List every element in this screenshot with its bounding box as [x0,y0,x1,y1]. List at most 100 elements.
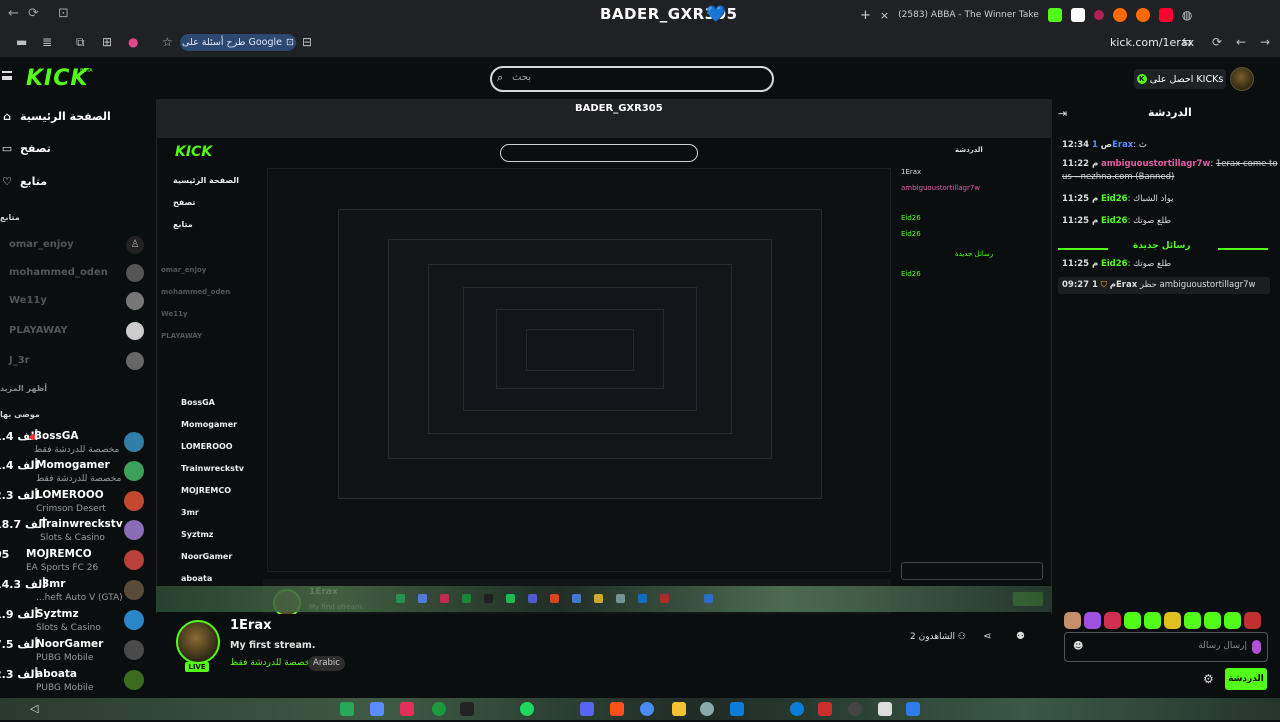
tabs-icon[interactable]: ≣ [42,35,52,49]
streamer-name[interactable]: 1Erax [230,618,272,633]
emote-icon[interactable] [1164,611,1181,629]
collapse-chat-icon[interactable]: ⇥ [1058,107,1067,120]
user-avatar[interactable] [1230,67,1254,91]
reload-icon[interactable]: ⟳ [28,6,39,21]
whatsapp-icon[interactable] [340,702,354,716]
recommended-item[interactable]: 1.4 ألفBossGAمخصصة للدردشة فقط [0,430,150,460]
friend-item[interactable]: PLAYAWAY [0,320,150,342]
friend-item[interactable]: J_3r [0,350,150,372]
emoji-picker-icon[interactable]: ☻ [1073,641,1083,652]
tab-youtube[interactable]: (2583) ABBA - The Winner Take [898,5,1039,25]
notepad-icon[interactable] [878,702,892,716]
forward-icon[interactable]: ← [1236,35,1246,49]
emote-icon[interactable] [1084,611,1101,629]
extensions-icon[interactable]: ⧉ [76,35,85,50]
message-user[interactable]: Eid26 [1101,194,1128,204]
sidebar-item-browse[interactable]: ▭ تصفح [0,138,51,158]
tab-wiki-icon[interactable] [1070,8,1085,22]
profile-icon[interactable]: ● [128,35,138,49]
sidebar-item-label: متابع [20,174,48,188]
back-arrow-icon[interactable]: → [1260,35,1270,49]
chat-message[interactable]: 11:25 م Eid26: طلع صوتك [1062,215,1278,228]
recommended-item[interactable]: 2.3 ألفaboata PUBG Mobile [0,668,150,698]
message-user[interactable]: 1Erax [1092,140,1133,150]
refresh-icon[interactable]: ⟳ [1212,35,1222,49]
windows-start-icon[interactable] [906,702,920,716]
recommended-item[interactable]: 7.5 ألفNoorGamer PUBG Mobile [0,638,150,668]
emote-icon[interactable] [1144,611,1161,629]
tab-twitch-icon[interactable] [1093,10,1104,20]
recommended-item[interactable]: 1.9 ألفSyztmz Slots & Casino [0,608,150,638]
translate-icon[interactable]: ⊟ [302,35,312,49]
video-player[interactable]: BADER_GXR305 KICK الصفحة الرئيسية تصفح م… [156,99,1052,648]
mic-icon[interactable] [1252,640,1261,654]
message-user[interactable]: ambiguoustortillagr7w [1101,159,1210,169]
google-ask-pill[interactable]: طرح أسئلة على Google ⊡ [180,34,296,51]
terminal-icon[interactable] [460,702,474,716]
app-icon[interactable] [400,702,414,716]
globe-icon[interactable]: ◍ [1182,5,1192,25]
collections-icon[interactable]: ⊞ [102,35,112,49]
back-icon[interactable]: ← [8,6,19,21]
store-icon[interactable] [730,702,744,716]
close-tab-icon[interactable]: × [880,5,889,25]
folder-icon[interactable] [672,702,686,716]
chat-settings-gear-icon[interactable]: ⚙ [1203,672,1214,686]
tab-brave-icon[interactable] [1112,8,1127,22]
friend-item[interactable]: omar_enjoy ♙ [0,234,150,256]
media-icon[interactable] [848,702,862,716]
brave-icon[interactable] [610,702,624,716]
tab-brave2-icon[interactable] [1135,8,1150,22]
get-kicks-button[interactable]: K احصل على KICKs [1134,69,1226,89]
xbox-icon[interactable] [432,702,446,716]
chat-message[interactable]: 11:22 م ambiguoustortillagr7w: 1erax com… [1062,158,1278,184]
emote-icon[interactable] [1244,611,1261,629]
language-tag[interactable]: Arabic [308,656,345,671]
copilot-icon[interactable] [370,702,384,716]
emote-icon[interactable] [1204,611,1221,629]
share-icon[interactable]: ⋖ [983,631,991,642]
chat-message[interactable]: 11:25 م Eid26: طلع صوتك [1062,258,1278,271]
emote-icon[interactable] [1124,611,1141,629]
gmail-icon[interactable] [818,702,832,716]
emote-icon[interactable] [1224,611,1241,629]
message-user[interactable]: Eid26 [1101,259,1128,269]
recommended-item[interactable]: 1.4 ألفMomogamer مخصصة للدردشة فقط [0,459,150,489]
search-input[interactable]: ⌕ بحث [490,66,774,92]
message-user[interactable]: Eid26 [1101,216,1128,226]
favorite-star-icon[interactable]: ☆ [162,35,173,49]
sidebar-item-home[interactable]: ⌂ الصفحة الرئيسية [0,106,111,126]
new-tab-button[interactable]: + [860,5,871,25]
volume-icon[interactable]: ◁ [30,702,44,716]
edge-icon[interactable] [790,702,804,716]
chrome-icon[interactable] [640,702,654,716]
recommended-item[interactable]: 14.3 ألف3mr ...heft Auto V (GTA) [0,578,150,608]
emote-icon[interactable] [1064,611,1081,629]
recommended-item[interactable]: 05 MOJREMCO EA Sports FC 26 [0,548,150,578]
recommended-item[interactable]: 18.7 ألفTrainwreckstvSlots & Casino [0,518,150,548]
chat-message[interactable]: 12:34 ص 1Erax: ث [1062,139,1278,152]
menu-icon[interactable] [2,71,12,80]
tab-youtube2-icon[interactable] [1158,8,1173,22]
discord-icon[interactable] [580,702,594,716]
stream-category-link[interactable]: مخصصة للدردشة فقط [230,658,315,668]
send-chat-button[interactable]: الدردشة [1225,668,1267,690]
friend-item[interactable]: We11y [0,290,150,312]
chat-message[interactable]: 09:27 م ⛉ 1Erax حظر ambiguoustortillagr7… [1058,277,1270,294]
recommended-item[interactable]: 2.3 ألفLOMEROOO Crimson Desert [0,489,150,519]
settings-icon[interactable] [700,702,714,716]
show-more-link[interactable]: أظهر المزيد [0,384,47,393]
follow-icon[interactable]: ⚉ [1016,631,1025,642]
chat-input[interactable]: ☻ إرسال رسالة [1064,632,1268,662]
friend-item[interactable]: mohammed_oden [0,262,150,284]
sidebar-toggle-icon[interactable]: ▬ [16,35,27,49]
url-field[interactable]: kick.com/1erax [1110,36,1194,49]
sidebar-item-following[interactable]: ♡ متابع [0,171,47,191]
tab-kick-icon[interactable] [1047,8,1062,22]
split-icon[interactable]: ⊡ [58,6,69,21]
streamer-avatar[interactable] [176,620,220,664]
chat-message[interactable]: 11:25 م Eid26: يواد الشباك [1062,193,1278,206]
spotify-icon[interactable] [520,702,534,716]
emote-icon[interactable] [1104,611,1121,629]
emote-icon[interactable] [1184,611,1201,629]
